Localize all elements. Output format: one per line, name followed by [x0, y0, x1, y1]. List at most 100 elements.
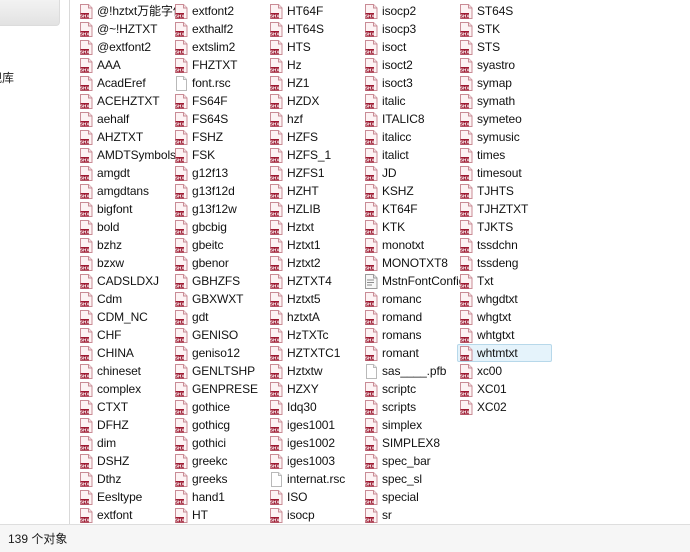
file-list-item[interactable]: SHX symusic	[457, 128, 552, 146]
file-list-item[interactable]: SHX xc00	[457, 362, 552, 380]
file-list-item[interactable]: SHX Hztxt1	[267, 236, 362, 254]
file-list-item[interactable]: SHX tssdchn	[457, 236, 552, 254]
file-list-item[interactable]: SHX ISO	[267, 488, 362, 506]
file-list-item[interactable]: SHX HZFS_1	[267, 146, 362, 164]
file-list-item[interactable]: SHX Hztxt5	[267, 290, 362, 308]
file-list-item[interactable]: SHX whgtxt	[457, 308, 552, 326]
file-list-item[interactable]: SHX AMDTSymbols	[77, 146, 176, 164]
file-list-item[interactable]: SHX italicc	[362, 128, 457, 146]
file-list-item[interactable]: SHX Txt	[457, 272, 552, 290]
file-list-item[interactable]: sas____.pfb	[362, 362, 457, 380]
file-list-item[interactable]: SHX AHZTXT	[77, 128, 172, 146]
file-list-item[interactable]: SHX DFHZ	[77, 416, 172, 434]
file-list-item[interactable]: SHX Dthz	[77, 470, 172, 488]
file-list-item[interactable]: SHX isocp3	[362, 20, 457, 38]
file-list-item[interactable]: SHX exthalf2	[172, 20, 267, 38]
file-list-item[interactable]: SHX gothice	[172, 398, 267, 416]
file-list-item[interactable]: SHX HZDX	[267, 92, 362, 110]
file-list-item[interactable]: SHX FS64S	[172, 110, 267, 128]
file-list-item[interactable]: SHX extfont	[77, 506, 172, 524]
file-list-item[interactable]: SHX bigfont	[77, 200, 172, 218]
file-list-item[interactable]: SHX sr	[362, 506, 457, 524]
file-list-item[interactable]: SHX iges1002	[267, 434, 362, 452]
file-list-item[interactable]: SHX italic	[362, 92, 457, 110]
file-list-item[interactable]: SHX symath	[457, 92, 552, 110]
file-list-item[interactable]: SHX bzxw	[77, 254, 172, 272]
file-list-item[interactable]: SHX gothici	[172, 434, 267, 452]
file-list-item[interactable]: SHX scripts	[362, 398, 457, 416]
file-list-item[interactable]: SHX Hztxtw	[267, 362, 362, 380]
file-list-item[interactable]: SHX ITALIC8	[362, 110, 457, 128]
file-list-item[interactable]: SHX g13f12d	[172, 182, 267, 200]
file-list-item[interactable]: SHX monotxt	[362, 236, 457, 254]
file-list-item[interactable]: SHX dim	[77, 434, 172, 452]
file-list-item[interactable]: SHX romanc	[362, 290, 457, 308]
file-list-item[interactable]: SHX HzTXTc	[267, 326, 362, 344]
file-list-item[interactable]: SHX KSHZ	[362, 182, 457, 200]
file-list-item[interactable]: SHX isocp	[267, 506, 362, 524]
file-list-item[interactable]: SHX whtgtxt	[457, 326, 552, 344]
file-list-item[interactable]: SHX isoct	[362, 38, 457, 56]
file-list-item[interactable]: SHX special	[362, 488, 457, 506]
file-list-item[interactable]: SHX JD	[362, 164, 457, 182]
file-list-item[interactable]: SHX whtmtxt	[457, 344, 552, 362]
file-list-item[interactable]: SHX KTK	[362, 218, 457, 236]
file-list-item[interactable]: SHX FHZTXT	[172, 56, 267, 74]
file-list-item[interactable]: SHX HZTXT4	[267, 272, 362, 290]
file-list-item[interactable]: SHX hand1	[172, 488, 267, 506]
file-list-item[interactable]: SHX iges1001	[267, 416, 362, 434]
file-list-item[interactable]: SHX FSK	[172, 146, 267, 164]
file-list-item[interactable]: SHX CHF	[77, 326, 172, 344]
file-list-item[interactable]: SHX AcadEref	[77, 74, 172, 92]
navigation-pane[interactable]: 影视库	[0, 0, 70, 524]
file-list-item[interactable]: SHX HZXY	[267, 380, 362, 398]
file-list-item[interactable]: SHX XC01	[457, 380, 552, 398]
file-list-item[interactable]: SHX Idq30	[267, 398, 362, 416]
file-list-item[interactable]: SHX HT	[172, 506, 267, 524]
file-list-item[interactable]: SHX Eesltype	[77, 488, 172, 506]
file-list-item[interactable]: SHX romand	[362, 308, 457, 326]
file-list-item[interactable]: SHX extfont2	[172, 2, 267, 20]
file-list-pane[interactable]: SHX @!hztxt万能字体 SHX @~!HZTXT SHX @extfont2 SHX…	[70, 0, 690, 524]
file-list-item[interactable]: SHX isoct2	[362, 56, 457, 74]
file-list-item[interactable]: SHX TJHTS	[457, 182, 552, 200]
file-list-item[interactable]: SHX spec_sl	[362, 470, 457, 488]
file-list-item[interactable]: SHX chineset	[77, 362, 172, 380]
file-list-item[interactable]: font.rsc	[172, 74, 267, 92]
file-list-item[interactable]: SHX CHINA	[77, 344, 172, 362]
file-list-item[interactable]: SHX HZFS1	[267, 164, 362, 182]
file-list-item[interactable]: SHX AAA	[77, 56, 172, 74]
file-list-item[interactable]: SHX times	[457, 146, 552, 164]
file-list-item[interactable]: SHX @extfont2	[77, 38, 172, 56]
file-list-item[interactable]: SHX CADSLDXJ	[77, 272, 172, 290]
file-list-item[interactable]: SHX Hztxt	[267, 218, 362, 236]
file-list-item[interactable]: SHX gbeitc	[172, 236, 267, 254]
file-list-item[interactable]: SHX bold	[77, 218, 172, 236]
file-list-item[interactable]: SHX HTS	[267, 38, 362, 56]
file-list-item[interactable]: SHX FSHZ	[172, 128, 267, 146]
file-list-item[interactable]: SHX STK	[457, 20, 552, 38]
file-list-item[interactable]: SHX HZFS	[267, 128, 362, 146]
file-list-item[interactable]: SHX symeteo	[457, 110, 552, 128]
file-list-item[interactable]: SHX romant	[362, 344, 457, 362]
file-list-item[interactable]: SHX DSHZ	[77, 452, 172, 470]
file-list-item[interactable]: SHX gbcbig	[172, 218, 267, 236]
file-list-item[interactable]: SHX TJKTS	[457, 218, 552, 236]
file-list-item[interactable]: SHX @!hztxt万能字体	[77, 2, 185, 20]
file-list-item[interactable]: SHX GENLTSHP	[172, 362, 267, 380]
file-list-item[interactable]: SHX ST64S	[457, 2, 552, 20]
file-list-item[interactable]: SHX gbenor	[172, 254, 267, 272]
file-list-item[interactable]: SHX spec_bar	[362, 452, 457, 470]
file-list-item[interactable]: SHX isocp2	[362, 2, 457, 20]
file-list-item[interactable]: SHX CDM_NC	[77, 308, 172, 326]
file-list-item[interactable]: SHX greeks	[172, 470, 267, 488]
file-list-item[interactable]: SHX iges1003	[267, 452, 362, 470]
file-list-item[interactable]: SHX CTXT	[77, 398, 172, 416]
file-list-item[interactable]: SHX simplex	[362, 416, 457, 434]
file-list-item[interactable]: SHX FS64F	[172, 92, 267, 110]
file-list-item[interactable]: SHX bzhz	[77, 236, 172, 254]
file-list-item[interactable]: SHX ACEHZTXT	[77, 92, 172, 110]
file-list-item[interactable]: SHX complex	[77, 380, 172, 398]
file-list-item[interactable]: SHX GENISO	[172, 326, 267, 344]
file-list-item[interactable]: SHX HZLIB	[267, 200, 362, 218]
